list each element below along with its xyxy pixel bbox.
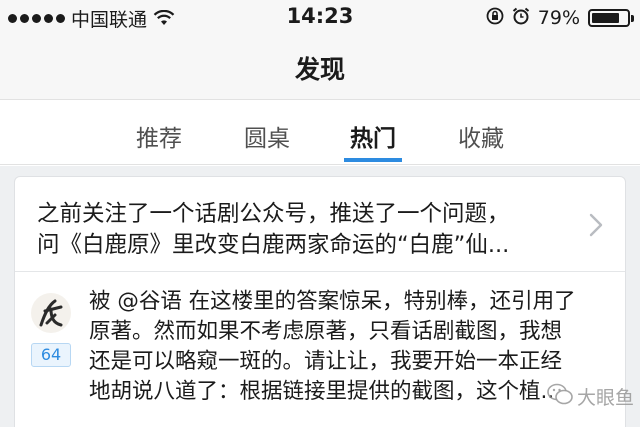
chevron-right-icon[interactable] bbox=[589, 213, 603, 241]
battery-percent: 79% bbox=[537, 7, 580, 29]
watermark-text: 大眼鱼 bbox=[576, 387, 634, 409]
card-divider bbox=[15, 271, 625, 272]
battery-icon bbox=[588, 9, 634, 27]
active-tab-indicator bbox=[344, 158, 402, 162]
tab-bar: 推荐 圆桌 热门 收藏 bbox=[0, 101, 640, 165]
watermark: 大眼鱼 bbox=[547, 383, 634, 410]
answer-line: 原著。然而如果不考虑原著，只看话剧截图，我想 bbox=[89, 319, 563, 344]
tab-recommended[interactable]: 推荐 bbox=[136, 119, 182, 153]
question-title[interactable]: 之前关注了一个话剧公众号，推送了一个问题， 问《白鹿原》里改变白鹿两家命运的“白… bbox=[37, 199, 567, 261]
answer-line: 地胡说八道了：根据链接里提供的截图，这个植... bbox=[89, 379, 562, 404]
feed-card[interactable]: 之前关注了一个话剧公众号，推送了一个问题， 问《白鹿原》里改变白鹿两家命运的“白… bbox=[14, 176, 626, 427]
battery-fill bbox=[592, 13, 619, 23]
answer-line: 还是可以略窥一斑的。请让让，我要开始一本正经 bbox=[89, 349, 563, 374]
alarm-icon bbox=[512, 7, 530, 30]
nav-bar: 发现 bbox=[0, 36, 640, 100]
status-bar: 中国联通 14:23 79% bbox=[0, 0, 640, 36]
question-line: 问《白鹿原》里改变白鹿两家命运的“白鹿”仙... bbox=[37, 232, 510, 258]
wechat-icon bbox=[547, 383, 573, 410]
page-title: 发现 bbox=[294, 55, 345, 84]
status-right: 79% bbox=[486, 6, 634, 30]
tab-hot[interactable]: 热门 bbox=[350, 119, 396, 153]
vote-count-badge: 64 bbox=[31, 343, 71, 367]
avatar[interactable] bbox=[31, 293, 71, 333]
question-line: 之前关注了一个话剧公众号，推送了一个问题， bbox=[37, 201, 510, 227]
answer-line: 被 @谷语 在这楼里的答案惊呆，特别棒，还引用了 bbox=[89, 289, 576, 314]
tab-favorites[interactable]: 收藏 bbox=[458, 119, 504, 153]
answer-excerpt[interactable]: 被 @谷语 在这楼里的答案惊呆，特别棒，还引用了 原著。然而如果不考虑原著，只看… bbox=[89, 287, 619, 407]
tab-roundtable[interactable]: 圆桌 bbox=[244, 119, 290, 153]
orientation-lock-icon bbox=[486, 7, 504, 30]
